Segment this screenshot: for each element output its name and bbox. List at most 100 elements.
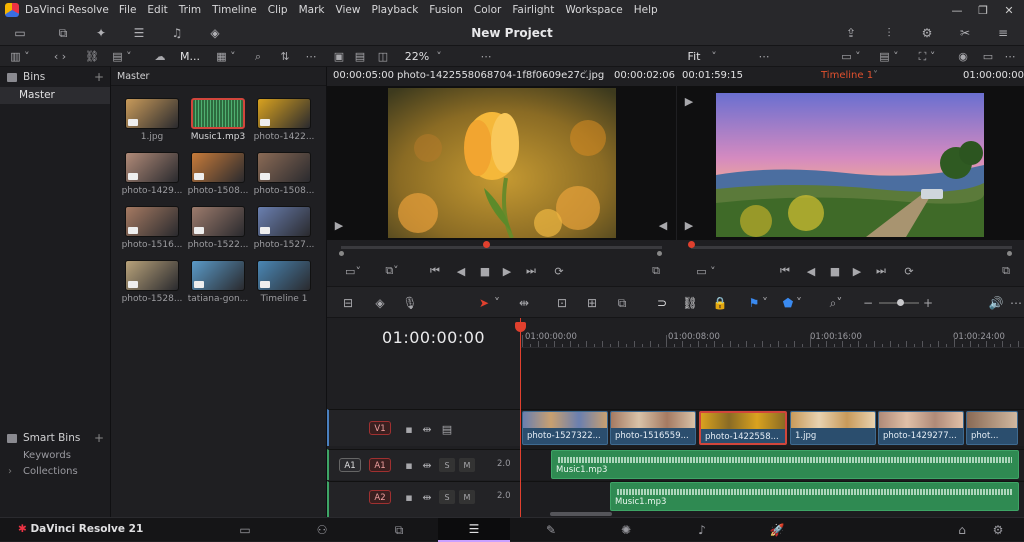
stop-icon[interactable]: ■ bbox=[477, 264, 493, 278]
timeline-zoom-select[interactable]: Fit bbox=[686, 48, 702, 65]
thumbnail-view-icon[interactable]: ▦ ˅ bbox=[212, 48, 240, 65]
video-clip[interactable]: photo-1516559... bbox=[610, 411, 696, 445]
menu-help[interactable]: Help bbox=[634, 4, 658, 16]
replace-icon[interactable]: ◈ bbox=[371, 295, 389, 311]
volume-icon[interactable]: 🔊 bbox=[987, 295, 1005, 311]
lock-icon[interactable]: ▪ bbox=[401, 422, 417, 436]
more-options-icon[interactable]: ⋯ bbox=[1007, 295, 1024, 311]
jump-start-icon[interactable]: ⏮ bbox=[427, 264, 443, 278]
play-icon[interactable]: ▶ bbox=[499, 264, 515, 278]
close-icon[interactable]: ✕ bbox=[996, 0, 1022, 20]
clip-thumbnail[interactable] bbox=[125, 260, 179, 291]
edit-page-active-icon[interactable]: ☰ bbox=[438, 518, 510, 542]
v1-track-button[interactable]: V1 bbox=[369, 421, 391, 435]
menu-timeline[interactable]: Timeline bbox=[212, 4, 257, 16]
bins-header[interactable]: Bins + bbox=[0, 67, 110, 87]
menu-file[interactable]: File bbox=[119, 4, 137, 16]
media-page-icon[interactable]: ▭ bbox=[233, 522, 257, 538]
jump-end-icon[interactable]: ⏭ bbox=[873, 264, 889, 278]
hdr-icon[interactable]: ▤ ˅ bbox=[876, 48, 902, 65]
prev-marker-icon[interactable]: ▶ bbox=[681, 94, 697, 108]
timeline-viewer[interactable]: ▶ ▶ bbox=[677, 86, 1024, 240]
timeline-out-handle[interactable] bbox=[1007, 251, 1012, 256]
source-scrubber[interactable] bbox=[341, 246, 662, 249]
audio-clip-thumbnail[interactable] bbox=[191, 98, 245, 129]
menu-playback[interactable]: Playback bbox=[371, 4, 418, 16]
transform-icon[interactable]: ⛶ ˅ bbox=[914, 48, 940, 65]
timeline-ruler[interactable]: 01:00:00:00 01:00:08:00 01:00:16:00 01:0… bbox=[520, 318, 1024, 348]
fairlight-page-icon[interactable]: ♪ bbox=[690, 522, 714, 538]
a1-track-button[interactable]: A1 bbox=[369, 458, 391, 472]
video-clip[interactable]: phot... bbox=[966, 411, 1018, 445]
auto-select-icon[interactable]: ⇹ bbox=[419, 490, 435, 504]
clip-type-icon[interactable]: ⧉˅ bbox=[379, 264, 405, 278]
play-icon[interactable]: ▶ bbox=[849, 264, 865, 278]
color-wheel-icon[interactable]: ◉ bbox=[952, 48, 974, 65]
add-smart-bin-icon[interactable]: + bbox=[94, 431, 104, 445]
audio-clip-a2[interactable]: Music1.mp3 bbox=[610, 482, 1019, 511]
home-icon[interactable]: ⌂ bbox=[950, 522, 974, 538]
chevron-down-icon[interactable]: ˅ bbox=[432, 48, 446, 65]
more-options-icon[interactable]: ⋯ bbox=[1000, 48, 1020, 65]
video-clip[interactable]: photo-1429277... bbox=[878, 411, 964, 445]
mute-button[interactable]: M bbox=[459, 490, 475, 504]
filmstrip-icon[interactable]: ▤ bbox=[352, 48, 368, 65]
source-in-handle[interactable] bbox=[339, 251, 344, 256]
dual-view-icon[interactable]: ◫ bbox=[374, 48, 392, 65]
trim-tool-icon[interactable]: ⇹ bbox=[515, 295, 533, 311]
settings-gear-icon[interactable]: ⚙ bbox=[986, 522, 1010, 538]
menu-clip[interactable]: Clip bbox=[268, 4, 288, 16]
disable-video-icon[interactable]: ▤ bbox=[439, 422, 455, 436]
timeline-scrubber[interactable] bbox=[691, 246, 1012, 249]
solo-button[interactable]: S bbox=[439, 490, 455, 504]
next-marker-icon[interactable]: ◀ bbox=[655, 218, 671, 232]
video-clip[interactable]: 1.jpg bbox=[790, 411, 876, 445]
play-reverse-icon[interactable]: ◀ bbox=[803, 264, 819, 278]
settings-sliders-icon[interactable]: ≡ bbox=[992, 24, 1014, 42]
timeline-tracks[interactable]: 01:00:00:00 01:00:08:00 01:00:16:00 01:0… bbox=[520, 318, 1024, 517]
solo-button[interactable]: S bbox=[439, 458, 455, 472]
smart-bins-header[interactable]: Smart Bins + bbox=[0, 428, 110, 448]
snapping-icon[interactable]: ⊃ bbox=[653, 295, 671, 311]
clip-thumbnail[interactable] bbox=[257, 206, 311, 237]
overlay-icon[interactable]: ▭ ˅ bbox=[838, 48, 864, 65]
smart-bin-keywords[interactable]: Keywords bbox=[0, 448, 110, 464]
jump-end-icon[interactable]: ⏭ bbox=[523, 264, 539, 278]
sort-icon[interactable]: ⇅ bbox=[276, 48, 294, 65]
match-frame-icon[interactable]: ⧉ bbox=[648, 264, 664, 278]
audio-clip-a1[interactable]: Music1.mp3 bbox=[551, 450, 1019, 479]
menu-trim[interactable]: Trim bbox=[179, 4, 201, 16]
source-out-handle[interactable] bbox=[657, 251, 662, 256]
cloud-icon[interactable]: ☁ bbox=[150, 48, 170, 65]
source-zoom-select[interactable]: 22% bbox=[404, 48, 430, 65]
a2-track-button[interactable]: A2 bbox=[369, 490, 391, 504]
chevron-right-icon[interactable]: › bbox=[8, 464, 12, 480]
video-clip-selected[interactable]: photo-1422558... bbox=[699, 411, 787, 445]
share-icon[interactable]: ⇪ bbox=[840, 24, 862, 42]
chevron-down-icon[interactable]: ˅ bbox=[583, 70, 588, 81]
minimize-icon[interactable]: — bbox=[944, 0, 970, 20]
insert-clip-icon[interactable]: ⊡ bbox=[553, 295, 571, 311]
jump-start-icon[interactable]: ⏮ bbox=[777, 264, 793, 278]
loop-icon[interactable]: ⟳ bbox=[551, 264, 567, 278]
clip-thumbnail[interactable] bbox=[191, 152, 245, 183]
chevron-down-icon[interactable]: ˅ bbox=[759, 295, 771, 311]
overwrite-clip-icon[interactable]: ⊞ bbox=[583, 295, 601, 311]
overwrite-icon[interactable]: ⊟ bbox=[339, 295, 357, 311]
chevron-down-icon[interactable]: ˅ bbox=[873, 70, 878, 81]
fullscreen-icon[interactable]: ⧉ bbox=[998, 264, 1014, 278]
zoom-slider-handle[interactable] bbox=[897, 299, 904, 306]
bin-name-button[interactable]: M... bbox=[178, 48, 202, 65]
cut-page-icon[interactable]: ⚇ bbox=[310, 522, 334, 538]
chevron-down-icon[interactable]: ˅ bbox=[708, 48, 720, 65]
zoom-in-icon[interactable]: + bbox=[919, 295, 937, 311]
menu-mark[interactable]: Mark bbox=[299, 4, 325, 16]
auto-select-icon[interactable]: ⇹ bbox=[419, 422, 435, 436]
smart-bin-collections[interactable]: › Collections bbox=[0, 464, 110, 480]
source-clip-name[interactable]: photo-1422558068704-1f8f0609e27c.jpg bbox=[397, 70, 604, 81]
timeline-scrollbar[interactable] bbox=[550, 512, 612, 516]
menu-fairlight[interactable]: Fairlight bbox=[512, 4, 554, 16]
source-playhead[interactable] bbox=[483, 241, 490, 248]
timeline-timecode[interactable]: 01:00:00:00 bbox=[382, 328, 485, 347]
menu-workspace[interactable]: Workspace bbox=[565, 4, 622, 16]
